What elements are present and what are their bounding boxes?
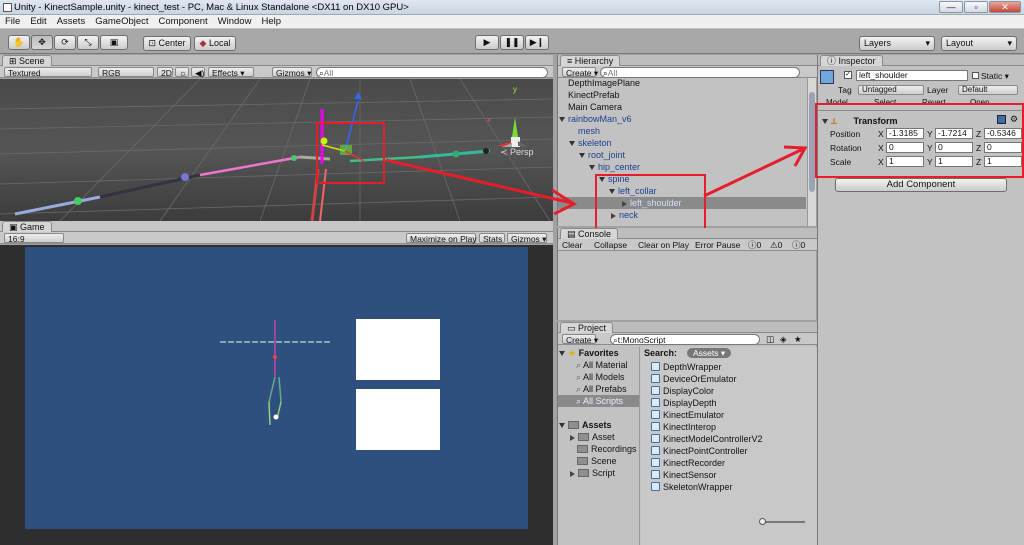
arrow-hierarchy-to-inspector <box>703 145 808 198</box>
annotation-arrows <box>385 145 808 216</box>
arrow-scene-to-hierarchy <box>385 158 578 216</box>
